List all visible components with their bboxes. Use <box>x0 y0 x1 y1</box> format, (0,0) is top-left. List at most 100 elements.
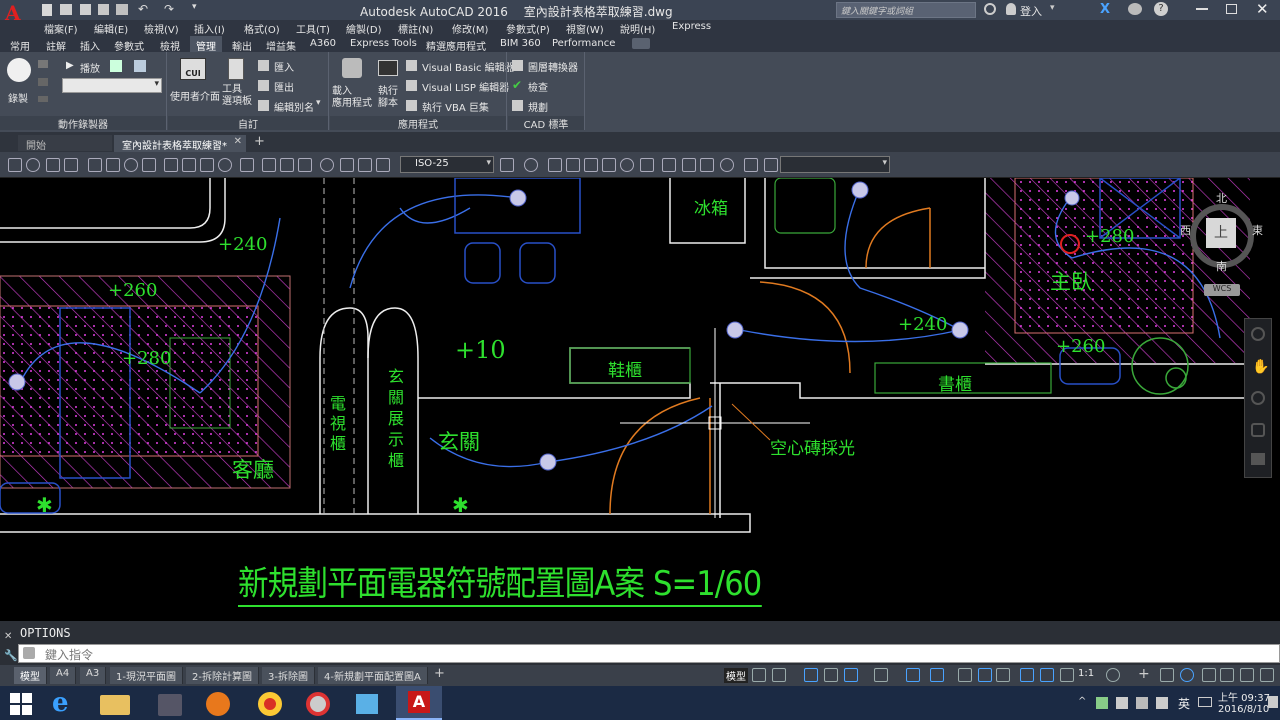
menu-help[interactable]: 說明(H) <box>620 21 655 36</box>
toolbar-tool-icon[interactable] <box>640 158 654 172</box>
toolbar-tool-icon[interactable] <box>662 158 676 172</box>
height-label[interactable]: +10 <box>455 336 506 364</box>
tab-performance[interactable]: Performance <box>552 38 615 49</box>
tab-express-tools[interactable]: Express Tools <box>350 38 417 49</box>
annotation-scale-icon[interactable] <box>1060 668 1074 682</box>
layout-tab-3[interactable]: 3-拆除圖 <box>262 667 315 684</box>
model-space-button[interactable]: 模型 <box>724 668 748 683</box>
room-label-master-bedroom[interactable]: 主臥 <box>1050 266 1092 296</box>
label-tv-cabinet[interactable]: 電 視 櫃 <box>330 394 346 454</box>
open-icon[interactable] <box>60 4 72 15</box>
app-icon[interactable] <box>158 694 182 716</box>
menu-file[interactable]: 檔案(F) <box>44 21 78 36</box>
layer-translator-button[interactable]: 圖層轉換器 <box>528 59 578 74</box>
living-ceiling-dots[interactable] <box>0 305 259 457</box>
annotation-scale-value[interactable]: 1:1 <box>1078 668 1094 679</box>
tab-addins[interactable]: 增益集 <box>266 38 296 53</box>
recorder-insert-icon[interactable] <box>38 78 48 86</box>
recorder-pause-icon[interactable] <box>38 96 48 102</box>
search-icon[interactable] <box>984 3 996 15</box>
toolbar-tool-icon[interactable] <box>64 158 78 172</box>
configure-icon[interactable] <box>512 100 523 111</box>
vb-editor-icon[interactable] <box>406 60 417 71</box>
menu-modify[interactable]: 修改(M) <box>452 21 488 36</box>
tab-view[interactable]: 檢視 <box>160 38 180 53</box>
layout-tab-2[interactable]: 2-拆除計算圖 <box>186 667 259 684</box>
toolbar-tool-icon[interactable] <box>26 158 40 172</box>
edit-alias-icon[interactable] <box>258 100 269 111</box>
status-menu-icon[interactable] <box>1260 668 1274 682</box>
configure-button[interactable]: 規劃 <box>528 99 548 114</box>
toolbar-tool-icon[interactable] <box>376 158 390 172</box>
clean-screen-icon[interactable] <box>1202 668 1216 682</box>
tab-a360[interactable]: A360 <box>310 38 336 49</box>
menu-insert[interactable]: 插入(I) <box>194 21 225 36</box>
transparency-icon[interactable] <box>978 668 992 682</box>
new-icon[interactable] <box>42 4 52 16</box>
file-tab-start[interactable]: 開始 <box>18 135 112 152</box>
cui-button[interactable]: CUI 使用者介面 <box>170 58 220 106</box>
grid-icon[interactable] <box>752 668 766 682</box>
toolbar-tool-icon[interactable] <box>218 158 232 172</box>
tray-icon[interactable] <box>1096 697 1108 709</box>
login-link[interactable]: 登入 <box>1020 3 1042 19</box>
osnap-icon[interactable] <box>930 668 944 682</box>
otrack-icon[interactable] <box>906 668 920 682</box>
wcs-menu[interactable]: WCS <box>1204 284 1240 296</box>
menu-draw[interactable]: 繪製(D) <box>346 21 382 36</box>
height-label[interactable]: +260 <box>1056 336 1105 357</box>
record-button[interactable]: 錄製 <box>6 58 32 105</box>
kitchen[interactable] <box>569 178 1052 394</box>
start-button[interactable] <box>10 693 32 715</box>
toolbar-tool-icon[interactable] <box>320 158 334 172</box>
toolbar-tool-icon[interactable] <box>524 158 538 172</box>
toolbar-tool-icon[interactable] <box>764 158 778 172</box>
selection-cycling-icon[interactable] <box>996 668 1010 682</box>
hardware-accel-icon[interactable] <box>1180 668 1194 682</box>
tool-palettes-button[interactable]: 工具 選項板 <box>222 58 252 114</box>
menu-express[interactable]: Express <box>672 21 711 32</box>
height-label[interactable]: +240 <box>898 314 947 335</box>
recorder-options-icon[interactable] <box>38 60 48 68</box>
toolbar-tool-icon[interactable] <box>602 158 616 172</box>
exchange-icon[interactable]: X <box>1100 2 1110 17</box>
height-label[interactable]: +280 <box>1085 226 1134 247</box>
toolbar-tool-icon[interactable] <box>182 158 196 172</box>
undo-icon[interactable]: ↶ <box>138 2 148 16</box>
viewcube-east[interactable]: 東 <box>1252 222 1263 238</box>
redo-icon[interactable]: ↷ <box>164 2 174 16</box>
recorder-save-icon[interactable] <box>110 60 122 72</box>
run-script-button[interactable]: 執行 腳本 <box>374 58 404 114</box>
check-button[interactable]: 檢查 <box>528 79 548 94</box>
showmotion-icon[interactable] <box>1251 453 1265 465</box>
toolbar-tool-icon[interactable] <box>548 158 562 172</box>
tray-chevron-icon[interactable]: ^ <box>1078 696 1086 707</box>
toolbar-tool-icon[interactable] <box>744 158 758 172</box>
label-bookcase[interactable]: 書櫃 <box>938 370 972 395</box>
quicktime-icon[interactable] <box>306 692 330 716</box>
viewcube-top-face[interactable]: 上 <box>1206 218 1236 248</box>
import-icon[interactable] <box>258 60 269 71</box>
plot-icon[interactable] <box>116 4 128 15</box>
ie-icon[interactable]: e <box>52 688 92 718</box>
play-icon[interactable]: ▶ <box>66 60 74 71</box>
pan-icon[interactable]: ✋ <box>1252 359 1269 375</box>
check-icon[interactable]: ✔ <box>512 78 522 92</box>
close-tab-icon[interactable]: ✕ <box>234 136 242 147</box>
toolbar-tool-icon[interactable] <box>620 158 634 172</box>
toolbar-tool-icon[interactable] <box>262 158 276 172</box>
toolbar-tool-icon[interactable] <box>720 158 734 172</box>
autoscale-icon[interactable] <box>1040 668 1054 682</box>
layout-tab-a3[interactable]: A3 <box>80 667 107 684</box>
tab-annotate[interactable]: 註解 <box>46 38 66 53</box>
toolbar-tool-icon[interactable] <box>500 158 514 172</box>
tray-flag-icon[interactable] <box>1116 697 1128 709</box>
label-entry-display[interactable]: 玄 關 展 示 櫃 <box>388 366 404 471</box>
a360-icon[interactable] <box>1128 3 1142 15</box>
layout-tab-model[interactable]: 模型 <box>14 667 47 684</box>
tab-output[interactable]: 輸出 <box>232 38 252 53</box>
run-vba-button[interactable]: 執行 VBA 巨集 <box>422 99 489 114</box>
leader-line[interactable] <box>731 403 771 441</box>
login-dropdown-icon[interactable]: ▾ <box>1050 3 1055 13</box>
menu-format[interactable]: 格式(O) <box>244 21 280 36</box>
